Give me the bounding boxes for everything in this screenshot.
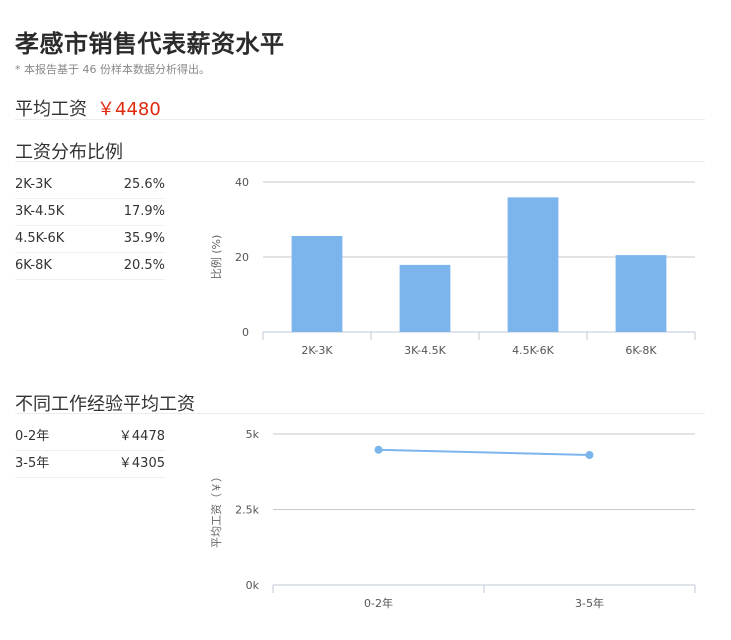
x-tick-label: 2K-3K — [301, 344, 333, 357]
table-row: 3K-4.5K 17.9% — [15, 199, 165, 226]
salary-distribution-bar-chart: 0 20 40 比例 (%) 2K-3K 3K-4.5K 4.5K-6K 6K-8K — [209, 176, 696, 357]
data-point — [374, 445, 383, 454]
years-cell: 3-5年 — [15, 456, 50, 471]
table-row: 6K-8K 20.5% — [15, 253, 165, 280]
series-line — [378, 448, 590, 456]
average-salary-label: 平均工资 — [15, 99, 87, 120]
x-tick-label: 3K-4.5K — [404, 344, 447, 357]
y-tick-label: 0k — [246, 579, 260, 592]
sample-note: * 本报告基于 46 份样本数据分析得出。 — [15, 63, 210, 76]
range-cell: 2K-3K — [15, 177, 52, 192]
page-title: 孝感市销售代表薪资水平 — [15, 30, 285, 58]
salary-cell: ￥4478 — [118, 429, 165, 444]
salary-cell: ￥4305 — [118, 456, 165, 471]
x-tick-label: 4.5K-6K — [512, 344, 555, 357]
y-axis-label: 比例 (%) — [209, 235, 223, 280]
y-tick-label: 20 — [235, 251, 249, 264]
bar — [615, 255, 667, 332]
y-axis-label: 平均工资（￥） — [210, 471, 223, 548]
y-tick-label: 2.5k — [235, 504, 259, 517]
y-tick-label: 5k — [246, 428, 260, 441]
average-salary-value: ￥4480 — [97, 99, 161, 120]
experience-salary-line-chart: 0k 2.5k 5k 平均工资（￥） 0-2年 3-5年 — [210, 428, 696, 610]
y-tick-label: 0 — [242, 326, 249, 339]
bar — [507, 197, 559, 332]
table-row: 2K-3K 25.6% — [15, 172, 165, 199]
experience-heading: 不同工作经验平均工资 — [15, 394, 195, 415]
distribution-heading: 工资分布比例 — [15, 142, 123, 163]
pct-cell: 25.6% — [123, 177, 165, 192]
bar — [399, 264, 451, 332]
years-cell: 0-2年 — [15, 429, 50, 444]
table-row: 3-5年 ￥4305 — [15, 451, 165, 478]
experience-section-header: 不同工作经验平均工资 — [15, 390, 705, 415]
experience-table: 0-2年 ￥4478 3-5年 ￥4305 — [15, 424, 165, 478]
table-row: 4.5K-6K 35.9% — [15, 226, 165, 253]
y-tick-label: 40 — [235, 176, 249, 189]
bar — [291, 236, 343, 332]
table-row: 0-2年 ￥4478 — [15, 424, 165, 451]
pct-cell: 20.5% — [123, 258, 165, 273]
range-cell: 6K-8K — [15, 258, 52, 273]
pct-cell: 17.9% — [123, 204, 165, 219]
x-tick-label: 0-2年 — [364, 596, 393, 610]
x-tick-label: 3-5年 — [575, 596, 604, 610]
data-point — [585, 450, 594, 459]
range-cell: 3K-4.5K — [15, 204, 65, 219]
x-tick-label: 6K-8K — [625, 344, 657, 357]
average-salary-section: 平均工资 ￥4480 — [15, 95, 705, 120]
pct-cell: 35.9% — [123, 231, 165, 246]
range-cell: 4.5K-6K — [15, 231, 65, 246]
distribution-section-header: 工资分布比例 — [15, 138, 705, 163]
distribution-table: 2K-3K 25.6% 3K-4.5K 17.9% 4.5K-6K 35.9% 6K-… — [15, 172, 165, 280]
